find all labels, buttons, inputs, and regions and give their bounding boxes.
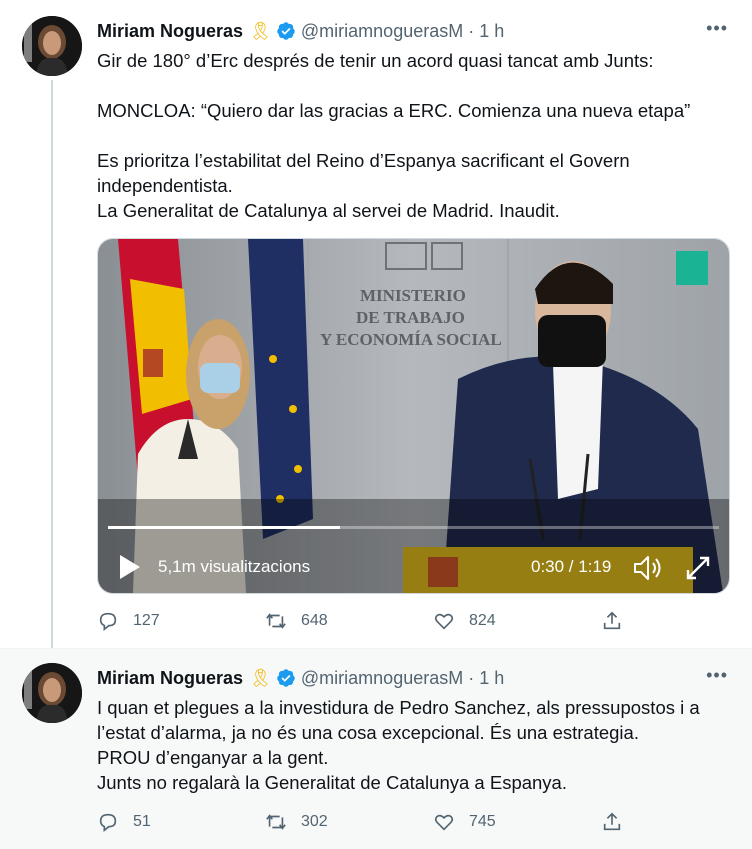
tweet-line: Junts no regalarà la Generalitat de Cata… — [97, 772, 567, 793]
tweet-line: I quan et plegues a la investidura de Pe… — [97, 697, 700, 718]
tweet-line: PROU d’enganyar a la gent. — [97, 747, 329, 768]
share-icon — [603, 812, 621, 831]
volume-icon[interactable] — [632, 554, 662, 582]
timestamp[interactable]: 1 h — [479, 668, 504, 689]
retweet-button[interactable]: 302 — [265, 811, 433, 833]
verified-badge-icon — [277, 22, 295, 40]
like-count: 745 — [469, 813, 496, 830]
fullscreen-icon[interactable] — [684, 554, 712, 582]
tweet[interactable]: Miriam Nogueras 🎗 @miriamnoguerasM · 1 h… — [0, 0, 752, 648]
more-options-icon[interactable]: ••• — [706, 665, 728, 686]
tweet-line: MONCLOA: “Quiero dar las gracias a ERC. … — [97, 100, 691, 121]
reply-icon — [99, 612, 117, 631]
avatar[interactable] — [22, 663, 82, 723]
author-name[interactable]: Miriam Nogueras — [97, 668, 243, 689]
retweet-icon — [266, 613, 286, 629]
tweet-actions: 127 648 824 — [97, 607, 657, 635]
video-player[interactable]: MINISTERIO DE TRABAJO Y ECONOMÍA SOCIAL — [97, 238, 730, 594]
play-icon[interactable] — [118, 554, 142, 580]
tweet-text: I quan et plegues a la investidura de Pe… — [97, 695, 727, 795]
retweet-count: 302 — [301, 813, 328, 830]
reply-count: 51 — [133, 813, 151, 830]
ribbon-icon: 🎗 — [249, 667, 272, 688]
more-options-icon[interactable]: ••• — [706, 18, 728, 39]
separator-dot: · — [468, 667, 475, 688]
sign-text: MINISTERIO — [360, 286, 466, 305]
avatar[interactable] — [22, 16, 82, 76]
like-count: 824 — [469, 612, 496, 629]
tweet-header: Miriam Nogueras 🎗 @miriamnoguerasM · 1 h… — [97, 18, 732, 44]
sign-text: DE TRABAJO — [356, 308, 465, 327]
separator-dot: · — [468, 20, 475, 41]
tweet-line: independentista. — [97, 175, 233, 196]
share-button[interactable] — [601, 811, 637, 833]
like-icon — [434, 814, 454, 831]
like-button[interactable]: 745 — [433, 811, 601, 833]
timestamp[interactable]: 1 h — [479, 21, 504, 42]
ribbon-icon: 🎗 — [249, 20, 272, 41]
like-icon — [434, 613, 454, 630]
author-handle[interactable]: @miriamnoguerasM — [301, 21, 463, 42]
tweet-line: l’estat d’alarma, ja no és una cosa exce… — [97, 722, 639, 743]
author-handle[interactable]: @miriamnoguerasM — [301, 668, 463, 689]
share-button[interactable] — [601, 610, 637, 632]
video-frame: MINISTERIO DE TRABAJO Y ECONOMÍA SOCIAL — [98, 239, 729, 593]
reply-count: 127 — [133, 612, 160, 629]
tweet-header: Miriam Nogueras 🎗 @miriamnoguerasM · 1 h… — [97, 665, 732, 691]
verified-badge-icon — [277, 669, 295, 687]
reply-button[interactable]: 127 — [97, 610, 265, 632]
video-progress-bar[interactable] — [108, 526, 719, 529]
tweet[interactable]: Miriam Nogueras 🎗 @miriamnoguerasM · 1 h… — [0, 648, 752, 849]
sign-text: Y ECONOMÍA SOCIAL — [320, 330, 502, 349]
like-button[interactable]: 824 — [433, 610, 601, 632]
tweet-line: Gir de 180° d’Erc després de tenir un ac… — [97, 50, 654, 71]
thread-line — [51, 80, 53, 648]
retweet-icon — [266, 814, 286, 830]
share-icon — [603, 611, 621, 630]
reply-button[interactable]: 51 — [97, 811, 265, 833]
tweet-actions: 51 302 745 — [97, 808, 657, 836]
tweet-line: La Generalitat de Catalunya al servei de… — [97, 200, 560, 221]
view-count: 5,1m visualitzacions — [158, 557, 311, 576]
video-progress-fill — [108, 526, 341, 529]
tweet-line: Es prioritza l’estabilitat del Reino d’E… — [97, 150, 630, 171]
tweet-text: Gir de 180° d’Erc després de tenir un ac… — [97, 48, 727, 223]
video-time: 0:30 / 1:19 — [531, 557, 612, 576]
author-name[interactable]: Miriam Nogueras — [97, 21, 243, 42]
retweet-count: 648 — [301, 612, 328, 629]
retweet-button[interactable]: 648 — [265, 610, 433, 632]
reply-icon — [99, 813, 117, 832]
